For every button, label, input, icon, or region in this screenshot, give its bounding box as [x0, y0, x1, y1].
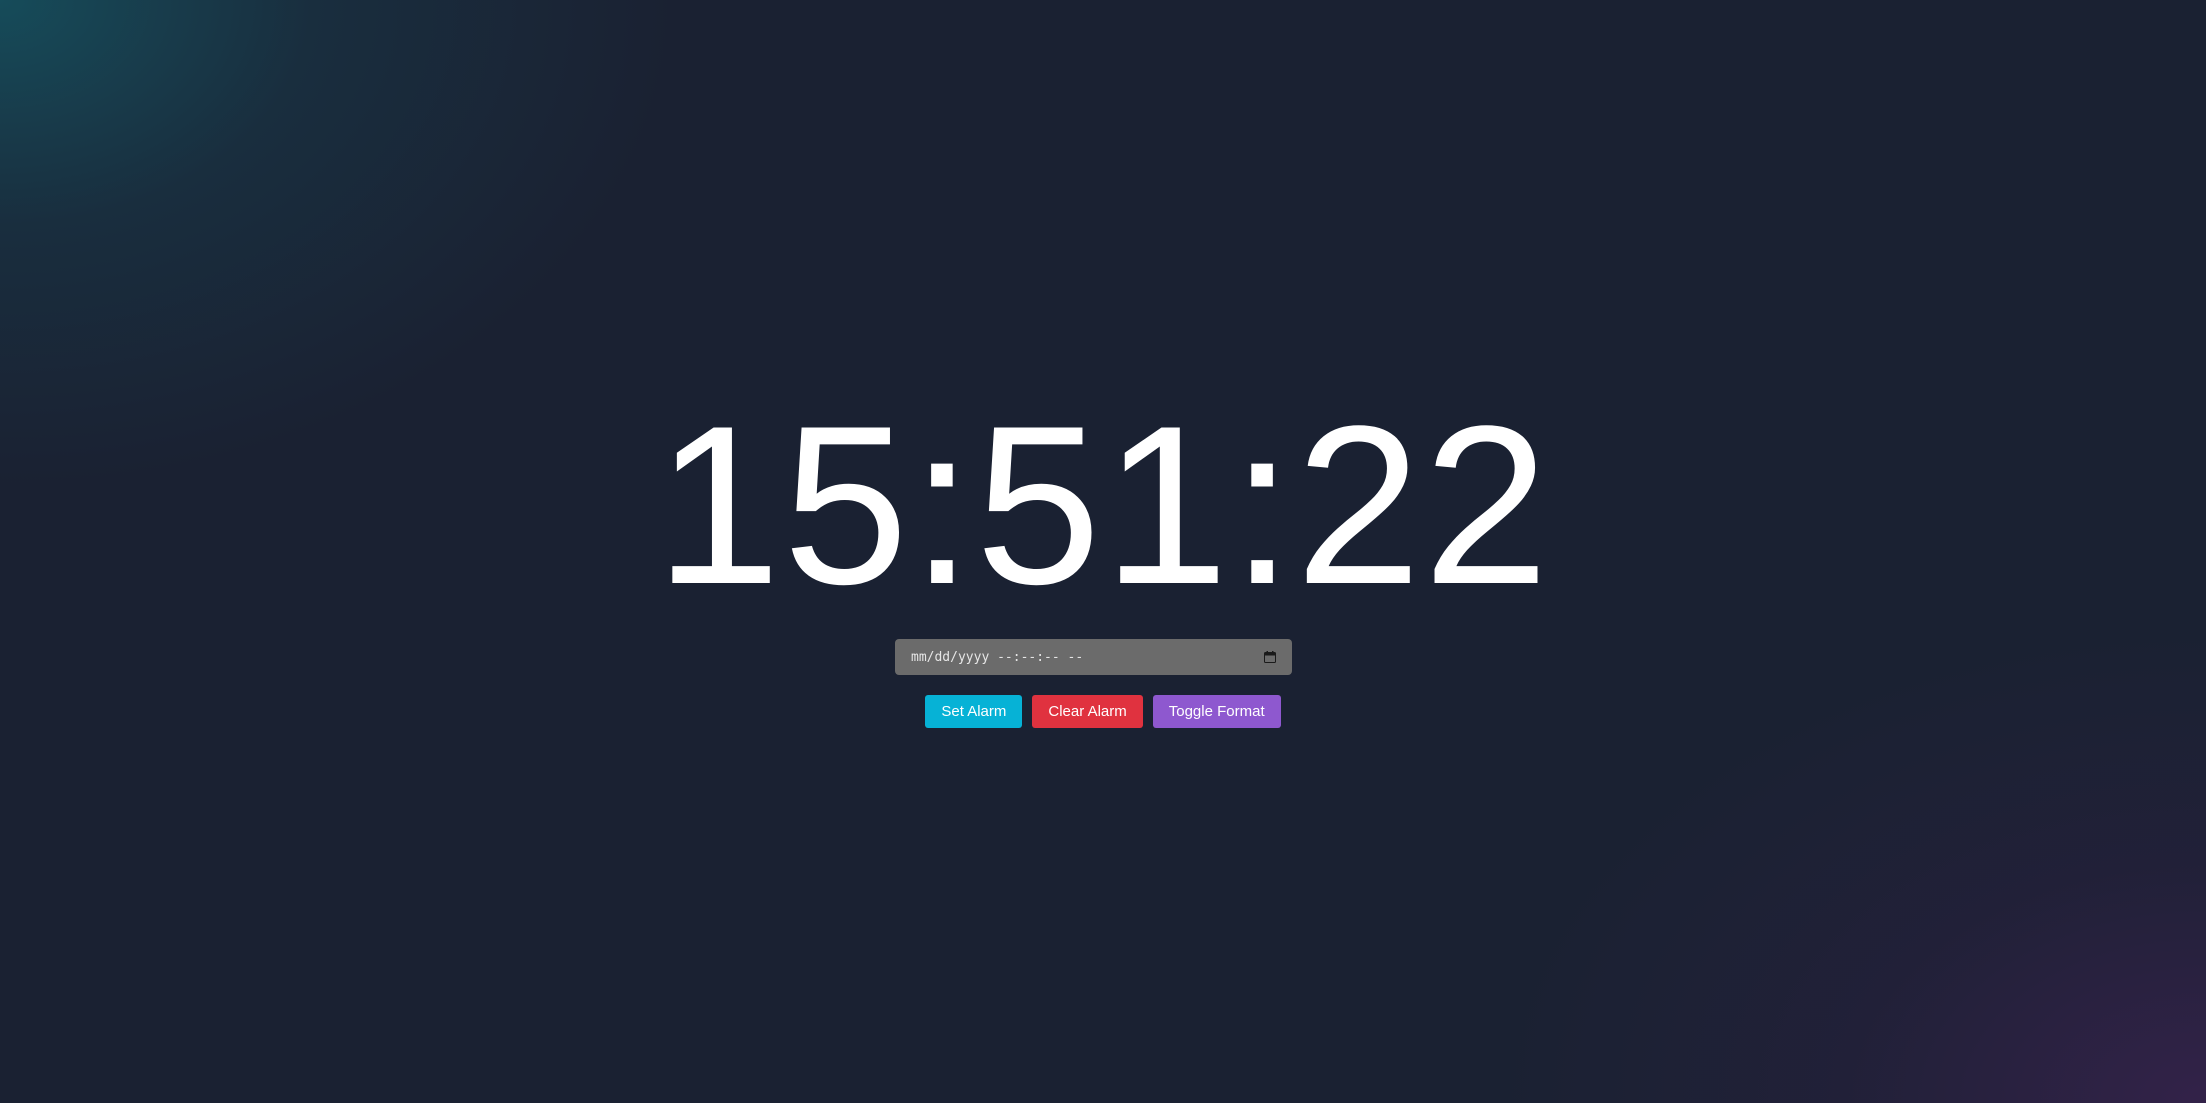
set-alarm-button[interactable]: Set Alarm	[925, 695, 1023, 728]
clear-alarm-button[interactable]: Clear Alarm	[1032, 695, 1143, 728]
toggle-format-button[interactable]: Toggle Format	[1152, 695, 1281, 728]
calendar-icon[interactable]	[1264, 651, 1276, 663]
alarm-datetime-input[interactable]: mm/dd/yyyy --:--:-- --	[895, 639, 1292, 675]
clock-display: 15:51:22	[655, 378, 1551, 631]
alarm-controls: Set Alarm Clear Alarm Toggle Format	[0, 695, 2206, 728]
clock-app: 15:51:22 mm/dd/yyyy --:--:-- -- Set Alar…	[0, 0, 2206, 1103]
alarm-datetime-placeholder: mm/dd/yyyy --:--:-- --	[911, 649, 1084, 665]
